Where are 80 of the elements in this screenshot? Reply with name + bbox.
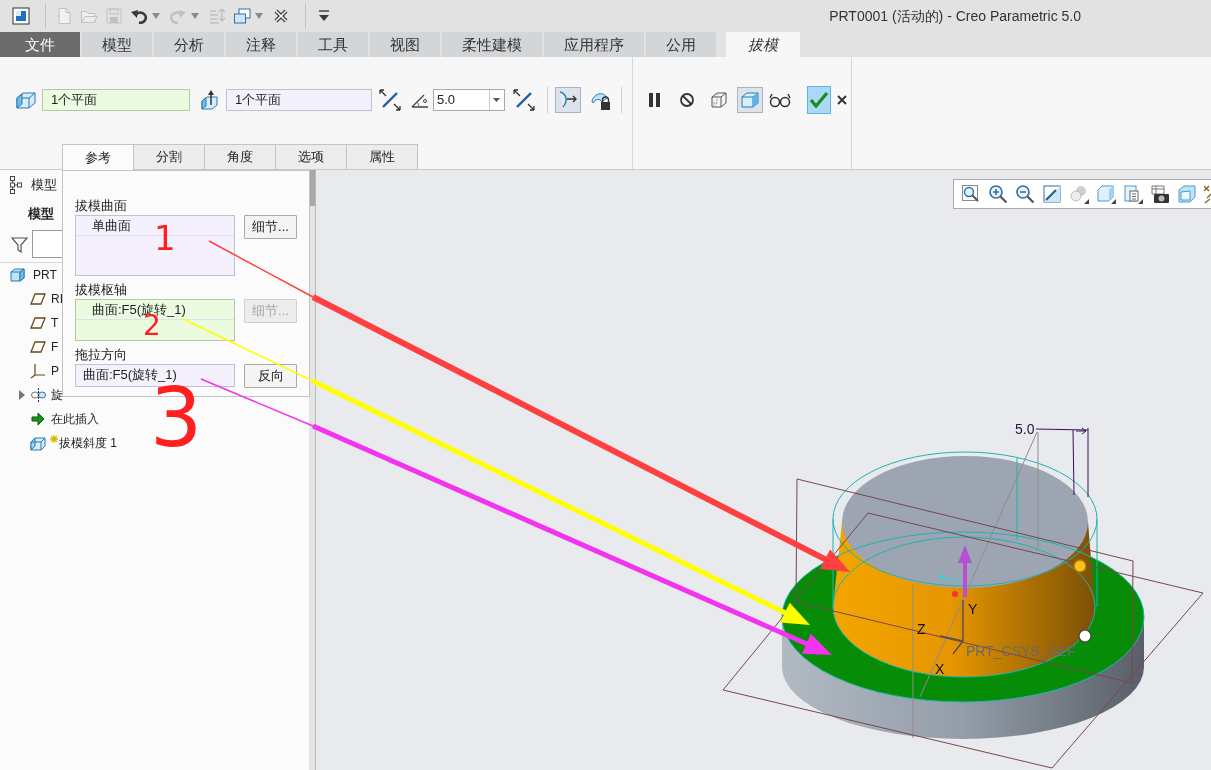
cube-icon: [10, 267, 26, 283]
reverse-button[interactable]: 反向: [244, 364, 297, 388]
undo-icon[interactable]: [130, 7, 148, 25]
section-label: 拔模曲面: [75, 198, 127, 214]
ribbon-tab[interactable]: 公用: [646, 32, 716, 57]
axis-label: Z: [917, 621, 926, 637]
dimension-value: 5.0: [1015, 421, 1035, 437]
panel-tab[interactable]: 参考: [62, 144, 134, 170]
drag-handle-icon[interactable]: [1073, 559, 1087, 573]
tree-icon[interactable]: [10, 176, 22, 194]
saved-views-icon[interactable]: [1123, 184, 1143, 204]
diagonal-arrows-icon[interactable]: [512, 88, 536, 112]
tree-item[interactable]: PRT: [33, 266, 57, 284]
filter-icon[interactable]: [11, 235, 28, 253]
angle-value: 5.0: [437, 91, 456, 110]
repaint-icon[interactable]: [1042, 184, 1062, 204]
windows-icon[interactable]: [233, 7, 251, 25]
details-button[interactable]: 细节...: [244, 215, 297, 239]
zoom-in-icon[interactable]: [988, 184, 1008, 204]
expand-arrow-icon[interactable]: [18, 390, 26, 400]
spheres-icon[interactable]: [1069, 184, 1089, 204]
ribbon-tab[interactable]: 柔性建模: [442, 32, 542, 57]
cube-icon: [739, 89, 761, 111]
diagonal-arrows-icon[interactable]: [378, 88, 402, 112]
window-title: PRT0001 (活动的) - Creo Parametric 5.0: [829, 6, 1081, 26]
panel-tab[interactable]: 角度: [204, 144, 276, 169]
datum-icon[interactable]: [1204, 184, 1211, 204]
panel-tab[interactable]: 属性: [346, 144, 418, 169]
plane-icon: [30, 339, 46, 355]
axes-icon: [30, 363, 46, 379]
tree-item[interactable]: 在此插入: [51, 410, 99, 428]
pivot-field[interactable]: 1个平面: [42, 89, 190, 111]
annotation-number: 3: [150, 386, 203, 450]
ribbon-tab[interactable]: 应用程序: [544, 32, 644, 57]
collector-item[interactable]: 曲面:F5(旋转_1): [83, 365, 234, 385]
wire-cube-icon: [708, 89, 730, 111]
ribbon-tab[interactable]: 模型: [82, 32, 152, 57]
zoom-fit-icon[interactable]: [961, 184, 981, 204]
section-cube-icon[interactable]: [1177, 184, 1197, 204]
cube-icon[interactable]: [1096, 184, 1116, 204]
section-label: 拔模枢轴: [75, 282, 127, 298]
check-icon: [808, 89, 830, 111]
arrow-icon: [30, 411, 46, 427]
ribbon-tab[interactable]: 注释: [226, 32, 296, 57]
ribbon-tab[interactable]: 拔模: [726, 32, 800, 57]
section-label: 拖拉方向: [75, 347, 127, 363]
filter-field[interactable]: [32, 230, 62, 258]
tree-item[interactable]: P: [51, 362, 59, 380]
zoom-out-icon[interactable]: [1015, 184, 1035, 204]
tree-item[interactable]: 旋: [51, 386, 63, 404]
revolve-icon: [30, 387, 46, 403]
ribbon-tab[interactable]: 视图: [370, 32, 440, 57]
drag-handle-icon[interactable]: [1078, 629, 1092, 643]
axis-label: Y: [968, 601, 978, 617]
surface-arrow-button[interactable]: [555, 87, 581, 113]
block-icon: [30, 435, 46, 451]
direction-arrow: [958, 545, 972, 597]
tree-item[interactable]: F: [51, 338, 59, 356]
tree-title: 模型: [28, 205, 54, 224]
ribbon-tab[interactable]: 文件: [0, 32, 80, 57]
plane-icon: [30, 315, 46, 331]
angle-field[interactable]: 5.0: [433, 89, 505, 111]
tree-item[interactable]: T: [51, 314, 59, 332]
app-icon[interactable]: [12, 7, 30, 25]
scrollbar[interactable]: [309, 170, 315, 770]
ribbon-tab[interactable]: 工具: [298, 32, 368, 57]
close-icon[interactable]: [272, 7, 290, 25]
tree-item[interactable]: 拔模斜度 1: [59, 434, 117, 452]
panel-tab[interactable]: 分割: [133, 144, 205, 169]
direction-field[interactable]: 1个平面: [226, 89, 372, 111]
plane-icon: [30, 291, 46, 307]
panel-title: 模型: [31, 176, 57, 195]
stop-icon: [678, 91, 696, 109]
tree-item[interactable]: RI: [51, 290, 63, 308]
panel-tab[interactable]: 选项: [275, 144, 347, 169]
block-icon: [15, 89, 37, 111]
camera-icon[interactable]: [1150, 184, 1170, 204]
dimension-lines-drawing: [1035, 427, 1089, 498]
ribbon-tab[interactable]: 分析: [154, 32, 224, 57]
axis-label: X: [935, 661, 945, 677]
